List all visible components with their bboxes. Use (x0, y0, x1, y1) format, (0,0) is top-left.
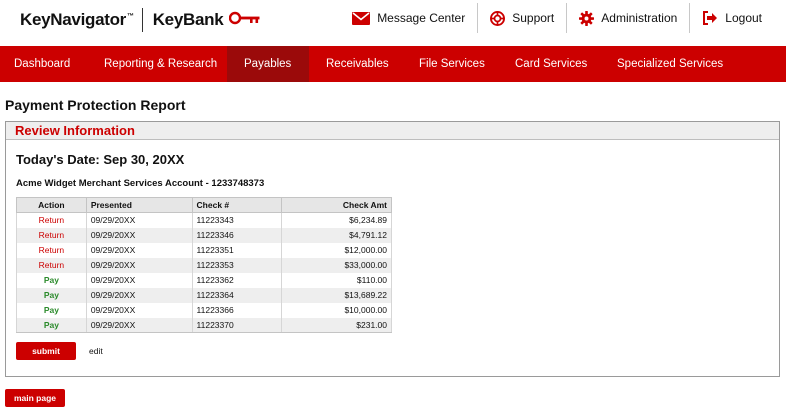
row-check-number: 11223362 (191, 272, 283, 288)
brand-divider (141, 8, 143, 32)
row-check-number: 11223370 (191, 317, 283, 333)
row-action[interactable]: Pay (16, 317, 87, 333)
brand-keybank: KeyBank (152, 10, 224, 29)
app-header: KeyNavigator™ KeyBank Message Center Sup… (0, 0, 786, 46)
row-presented: 09/29/20XX (85, 212, 193, 228)
row-action[interactable]: Pay (16, 272, 87, 288)
row-check-number: 11223351 (191, 242, 283, 258)
row-presented: 09/29/20XX (85, 317, 193, 333)
row-action[interactable]: Pay (16, 287, 87, 303)
logout-label: Logout (725, 11, 762, 25)
row-presented: 09/29/20XX (85, 287, 193, 303)
envelope-icon (352, 11, 371, 25)
lifebuoy-icon (490, 10, 506, 26)
table-row: Pay 09/29/20XX 11223366 $10,000.00 (16, 302, 392, 318)
row-action[interactable]: Pay (16, 302, 87, 318)
administration-link[interactable]: Administration (567, 3, 689, 33)
message-center-link[interactable]: Message Center (340, 3, 477, 33)
nav-specialized-services[interactable]: Specialized Services (603, 46, 786, 82)
col-header-presented: Presented (85, 197, 193, 213)
logout-icon (702, 11, 718, 25)
row-amount: $10,000.00 (281, 302, 392, 318)
table-header-row: Action Presented Check # Check Amt (16, 197, 392, 213)
row-amount: $6,234.89 (281, 212, 392, 228)
row-action[interactable]: Return (16, 227, 87, 243)
utility-links: Message Center Support Administration Lo… (340, 0, 786, 36)
row-check-number: 11223346 (191, 227, 283, 243)
row-amount: $110.00 (281, 272, 392, 288)
row-check-number: 11223343 (191, 212, 283, 228)
row-amount: $13,689.22 (281, 287, 392, 303)
key-logo-icon (229, 11, 261, 30)
edit-link[interactable]: edit (89, 346, 103, 356)
message-center-label: Message Center (377, 11, 466, 25)
main-page-button[interactable]: main page (5, 389, 65, 407)
review-panel: Review Information Today's Date: Sep 30,… (5, 121, 780, 377)
row-amount: $231.00 (281, 317, 392, 333)
account-name: Acme Widget Merchant Services Account - … (16, 178, 265, 189)
row-amount: $4,791.12 (281, 227, 392, 243)
page-title: Payment Protection Report (5, 97, 186, 113)
brand-keynavigator: KeyNavigator™ (20, 10, 134, 29)
submit-button[interactable]: submit (16, 342, 76, 360)
administration-label: Administration (601, 11, 678, 25)
table-row: Pay 09/29/20XX 11223364 $13,689.22 (16, 287, 392, 303)
nav-file-services[interactable]: File Services (404, 46, 499, 82)
table-row: Return 09/29/20XX 11223353 $33,000.00 (16, 257, 392, 273)
row-presented: 09/29/20XX (85, 302, 193, 318)
checks-table: Action Presented Check # Check Amt Retur… (16, 197, 392, 333)
panel-title: Review Information (6, 122, 779, 140)
col-header-check: Check # (191, 197, 283, 213)
col-header-action: Action (16, 197, 87, 213)
support-link[interactable]: Support (478, 3, 566, 33)
row-check-number: 11223366 (191, 302, 283, 318)
nav-payables[interactable]: Payables (227, 46, 309, 82)
support-label: Support (512, 11, 555, 25)
row-check-number: 11223364 (191, 287, 283, 303)
row-presented: 09/29/20XX (85, 257, 193, 273)
row-amount: $12,000.00 (281, 242, 392, 258)
row-presented: 09/29/20XX (85, 242, 193, 258)
table-row: Return 09/29/20XX 11223346 $4,791.12 (16, 227, 392, 243)
table-row: Return 09/29/20XX 11223343 $6,234.89 (16, 212, 392, 228)
nav-card-services[interactable]: Card Services (499, 46, 603, 82)
nav-reporting-research[interactable]: Reporting & Research (82, 46, 227, 82)
table-row: Pay 09/29/20XX 11223362 $110.00 (16, 272, 392, 288)
col-header-amount: Check Amt (281, 197, 392, 213)
brand-logo: KeyNavigator™ KeyBank (20, 8, 261, 32)
row-action[interactable]: Return (16, 242, 87, 258)
row-action[interactable]: Return (16, 212, 87, 228)
nav-receivables[interactable]: Receivables (309, 46, 404, 82)
gear-icon (579, 10, 595, 26)
row-presented: 09/29/20XX (85, 227, 193, 243)
row-check-number: 11223353 (191, 257, 283, 273)
todays-date: Today's Date: Sep 30, 20XX (16, 152, 185, 167)
row-presented: 09/29/20XX (85, 272, 193, 288)
row-amount: $33,000.00 (281, 257, 392, 273)
table-row: Pay 09/29/20XX 11223370 $231.00 (16, 317, 392, 333)
logout-link[interactable]: Logout (690, 3, 786, 33)
main-nav: Dashboard Reporting & Research Payables … (0, 46, 786, 82)
row-action[interactable]: Return (16, 257, 87, 273)
table-row: Return 09/29/20XX 11223351 $12,000.00 (16, 242, 392, 258)
nav-dashboard[interactable]: Dashboard (0, 46, 82, 82)
